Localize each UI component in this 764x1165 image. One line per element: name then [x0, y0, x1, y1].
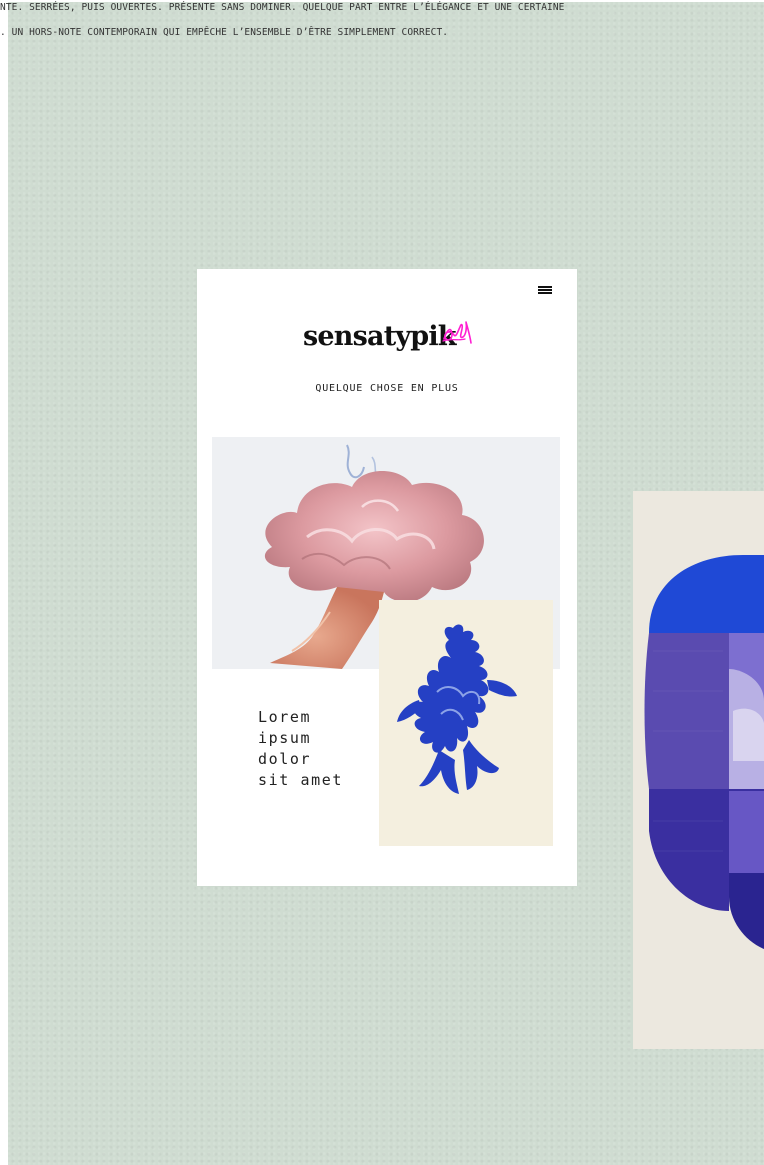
scribble-signature-icon [442, 321, 472, 344]
mobile-mockup: sensatypik QUELQUE CHOSE EN PLUS Lorem i… [197, 269, 577, 886]
logo-wordmark: sensatypik [303, 321, 457, 352]
geometric-blue-arch-painting-image [633, 491, 764, 1049]
lorem-heading: Lorem ipsum dolor sit amet [258, 708, 344, 789]
tagline: QUELQUE CHOSE EN PLUS [315, 383, 459, 394]
brand-logo[interactable]: sensatypik [197, 317, 577, 357]
intro-line-2: . UN HORS-NOTE CONTEMPORAIN QUI EMPÊCHE … [0, 27, 449, 38]
intro-line-1: NTE. SERRÉES, PUIS OUVERTES. PRÉSENTE SA… [0, 2, 565, 13]
blue-coral-painting-image [379, 600, 553, 846]
hamburger-menu-icon[interactable] [538, 286, 552, 294]
page: NTE. SERRÉES, PUIS OUVERTES. PRÉSENTE SA… [0, 0, 764, 1165]
